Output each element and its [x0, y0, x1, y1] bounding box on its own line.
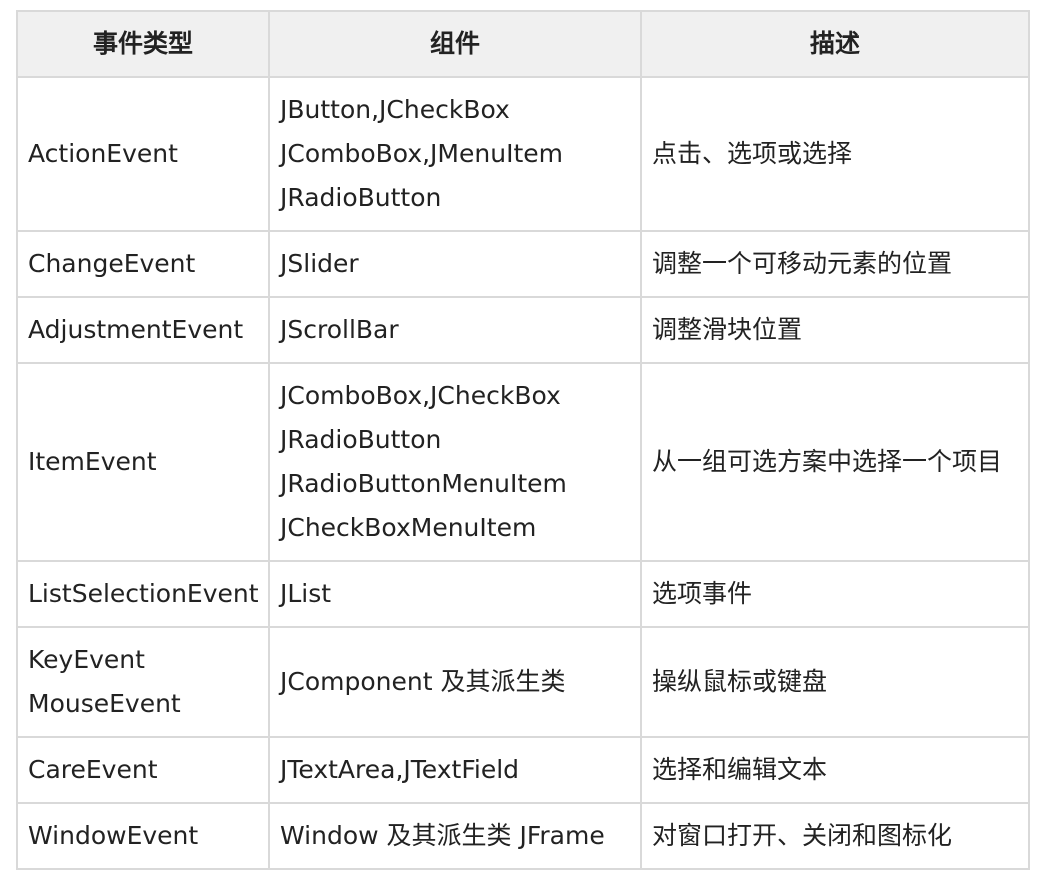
description-cell: 对窗口打开、关闭和图标化 — [640, 802, 1030, 870]
component-name: JRadioButton — [280, 425, 442, 454]
table-row: WindowEvent Window 及其派生类 JFrame 对窗口打开、关闭… — [16, 802, 1030, 870]
event-type-cell: CareEvent — [16, 736, 270, 804]
component-cell: JComponent 及其派生类 — [268, 626, 642, 738]
event-type-name: MouseEvent — [28, 689, 181, 718]
description-cell: 操纵鼠标或键盘 — [640, 626, 1030, 738]
description-cell: 调整滑块位置 — [640, 296, 1030, 364]
component-name: JCheckBoxMenuItem — [280, 513, 537, 542]
component-name: JButton,JCheckBox — [280, 95, 510, 124]
event-type-name: ChangeEvent — [28, 249, 196, 278]
component-name: JRadioButton — [280, 183, 442, 212]
event-type-name: KeyEvent — [28, 645, 145, 674]
header-description: 描述 — [640, 10, 1030, 78]
event-type-name: AdjustmentEvent — [28, 315, 244, 344]
table-row: ChangeEvent JSlider 调整一个可移动元素的位置 — [16, 230, 1030, 298]
component-cell: JComboBox,JCheckBox JRadioButton JRadioB… — [268, 362, 642, 562]
event-type-cell: ChangeEvent — [16, 230, 270, 298]
event-type-cell: ListSelectionEvent — [16, 560, 270, 628]
event-type-name: ItemEvent — [28, 447, 157, 476]
description-cell: 调整一个可移动元素的位置 — [640, 230, 1030, 298]
event-type-cell: ActionEvent — [16, 76, 270, 232]
event-type-cell: KeyEvent MouseEvent — [16, 626, 270, 738]
table-row: CareEvent JTextArea,JTextField 选择和编辑文本 — [16, 736, 1030, 804]
event-type-cell: ItemEvent — [16, 362, 270, 562]
table-row: ItemEvent JComboBox,JCheckBox JRadioButt… — [16, 362, 1030, 562]
table-header-row: 事件类型 组件 描述 — [16, 10, 1030, 78]
event-type-name: WindowEvent — [28, 821, 199, 850]
component-name: JTextArea,JTextField — [280, 755, 520, 784]
event-table-container: 事件类型 组件 描述 ActionEvent JButton,JCheckBox… — [16, 10, 1030, 870]
description-cell: 从一组可选方案中选择一个项目 — [640, 362, 1030, 562]
component-cell: JSlider — [268, 230, 642, 298]
component-name: JComboBox,JCheckBox — [280, 381, 561, 410]
table-row: KeyEvent MouseEvent JComponent 及其派生类 操纵鼠… — [16, 626, 1030, 738]
component-cell: JList — [268, 560, 642, 628]
component-name: JSlider — [280, 249, 359, 278]
header-component: 组件 — [268, 10, 642, 78]
event-type-name: CareEvent — [28, 755, 158, 784]
component-name: JRadioButtonMenuItem — [280, 469, 567, 498]
table-row: ListSelectionEvent JList 选项事件 — [16, 560, 1030, 628]
description-cell: 选择和编辑文本 — [640, 736, 1030, 804]
component-name: JScrollBar — [280, 315, 399, 344]
component-cell: JTextArea,JTextField — [268, 736, 642, 804]
description-cell: 选项事件 — [640, 560, 1030, 628]
event-type-cell: WindowEvent — [16, 802, 270, 870]
component-name: Window 及其派生类 JFrame — [280, 821, 605, 850]
component-name: JList — [280, 579, 332, 608]
table-row: AdjustmentEvent JScrollBar 调整滑块位置 — [16, 296, 1030, 364]
component-cell: JScrollBar — [268, 296, 642, 364]
component-cell: JButton,JCheckBox JComboBox,JMenuItem JR… — [268, 76, 642, 232]
event-type-cell: AdjustmentEvent — [16, 296, 270, 364]
event-type-name: ListSelectionEvent — [28, 579, 259, 608]
table-row: ActionEvent JButton,JCheckBox JComboBox,… — [16, 76, 1030, 232]
component-cell: Window 及其派生类 JFrame — [268, 802, 642, 870]
event-type-name: ActionEvent — [28, 139, 178, 168]
header-event-type: 事件类型 — [16, 10, 270, 78]
component-name: JComponent 及其派生类 — [280, 667, 566, 696]
component-name: JComboBox,JMenuItem — [280, 139, 563, 168]
event-table: 事件类型 组件 描述 ActionEvent JButton,JCheckBox… — [16, 10, 1030, 870]
description-cell: 点击、选项或选择 — [640, 76, 1030, 232]
